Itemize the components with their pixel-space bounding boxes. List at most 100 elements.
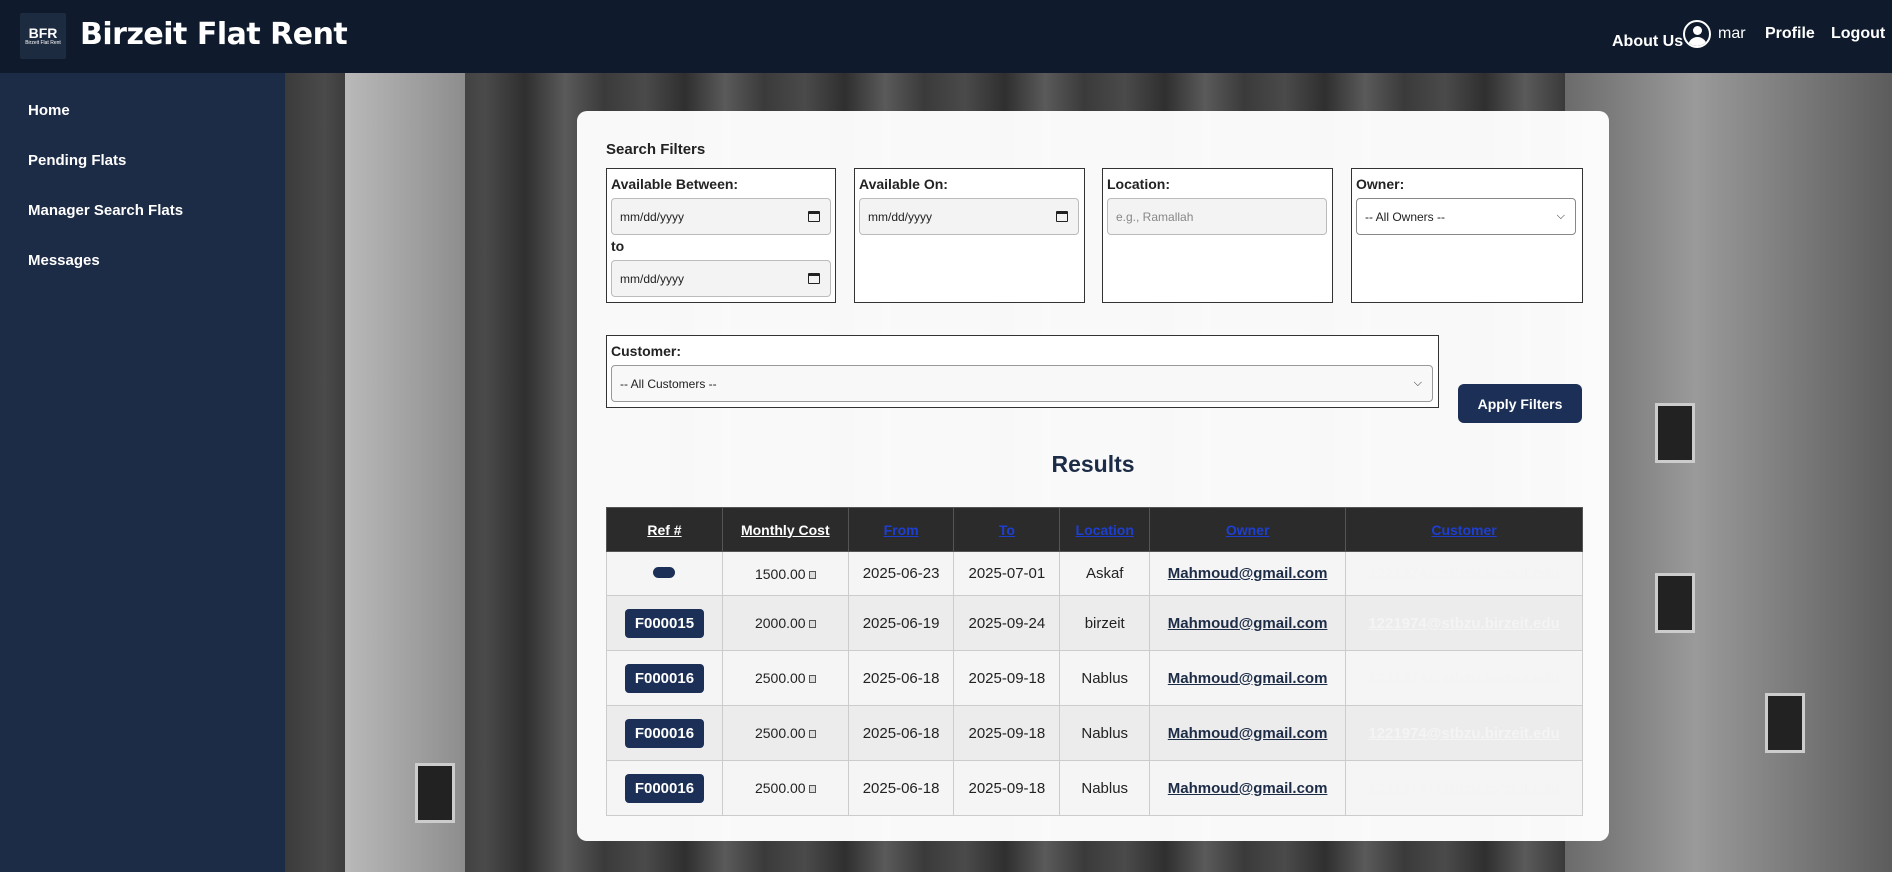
calendar-icon[interactable]	[808, 211, 820, 222]
ref-button[interactable]: F000015	[624, 608, 705, 638]
location-box: Location: e.g., Ramallah	[1102, 168, 1333, 303]
to-date: 2025-09-24	[953, 595, 1061, 651]
available-between-label: Available Between:	[611, 176, 739, 192]
available-on-date-input[interactable]: mm/dd/yyyy	[859, 198, 1079, 235]
table-header-row: Ref # Monthly Cost From To Location Owne…	[606, 507, 1583, 552]
column-header-ref[interactable]: Ref #	[606, 507, 723, 552]
profile-link[interactable]: Profile	[1765, 25, 1815, 43]
user-avatar-icon[interactable]	[1683, 20, 1711, 48]
ref-button[interactable]	[653, 567, 676, 578]
chevron-down-icon: ⌵	[1413, 377, 1422, 389]
chevron-down-icon: ⌵	[1556, 210, 1565, 222]
from-date: 2025-06-18	[847, 650, 955, 706]
sidebar-item-pending-flats[interactable]: Pending Flats	[28, 152, 126, 169]
customer-select-value: -- All Customers --	[620, 376, 717, 391]
background-window	[1655, 403, 1695, 463]
column-header-location[interactable]: Location	[1059, 507, 1151, 552]
available-to-date-value: mm/dd/yyyy	[620, 271, 685, 286]
logo-subtext: Birzeit Flat Rent	[25, 39, 61, 46]
table-row: F000016 2500.00 2025-06-18 2025-09-18 Na…	[606, 705, 1583, 761]
column-header-monthly-cost[interactable]: Monthly Cost	[721, 507, 849, 552]
currency-icon	[808, 620, 816, 629]
background-window	[1655, 573, 1695, 633]
customer-email-link[interactable]: 1221974@stbzu.birzeit.edu	[1368, 780, 1559, 797]
search-card: Search Filters Available Between: mm/dd/…	[577, 111, 1609, 841]
owner-select[interactable]: -- All Owners -- ⌵	[1356, 198, 1576, 235]
location-label: Location:	[1107, 176, 1170, 192]
owner-email-link[interactable]: Mahmoud@gmail.com	[1168, 565, 1328, 582]
site-title: Birzeit Flat Rent	[80, 17, 348, 52]
table-row: F000015 2000.00 2025-06-19 2025-09-24 bi…	[606, 595, 1583, 651]
available-on-box: Available On: mm/dd/yyyy	[854, 168, 1085, 303]
site-logo[interactable]: BFR Birzeit Flat Rent	[20, 13, 66, 59]
location-input[interactable]: e.g., Ramallah	[1107, 198, 1327, 235]
logout-link[interactable]: Logout	[1831, 25, 1885, 43]
available-from-date-value: mm/dd/yyyy	[620, 209, 685, 224]
sidebar: Home Pending Flats Manager Search Flats …	[0, 73, 285, 872]
top-header: BFR Birzeit Flat Rent Birzeit Flat Rent …	[0, 0, 1892, 73]
background-window	[1765, 693, 1805, 753]
location: Nablus	[1059, 650, 1151, 706]
customer-email-link[interactable]: 1221974@stbzu.birzeit.edu	[1368, 615, 1559, 632]
currency-icon	[808, 730, 816, 739]
monthly-cost: 1500.00	[754, 565, 806, 582]
location: Nablus	[1059, 705, 1151, 761]
from-date: 2025-06-18	[847, 760, 955, 816]
username[interactable]: mar	[1718, 25, 1746, 43]
monthly-cost: 2000.00	[754, 615, 806, 631]
location: Nablus	[1059, 760, 1151, 816]
location: Askaf	[1059, 551, 1151, 596]
from-date: 2025-06-23	[847, 551, 955, 596]
from-date: 2025-06-18	[847, 705, 955, 761]
monthly-cost: 2500.00	[754, 780, 806, 796]
background-building	[1565, 73, 1892, 872]
column-header-from[interactable]: From	[847, 507, 955, 552]
logo-text: BFR	[28, 24, 58, 41]
table-row: F000016 2500.00 2025-06-18 2025-09-18 Na…	[606, 760, 1583, 816]
customer-email-link[interactable]: 1221974@stbzu.birzeit.edu	[1368, 565, 1559, 582]
owner-email-link[interactable]: Mahmoud@gmail.com	[1168, 670, 1328, 687]
background-building	[345, 73, 465, 872]
from-date: 2025-06-19	[847, 595, 955, 651]
ref-button[interactable]: F000016	[624, 718, 705, 748]
table-row: F000016 2500.00 2025-06-18 2025-09-18 Na…	[606, 650, 1583, 706]
owner-email-link[interactable]: Mahmoud@gmail.com	[1168, 780, 1328, 797]
available-to-date-input[interactable]: mm/dd/yyyy	[611, 260, 831, 297]
owner-email-link[interactable]: Mahmoud@gmail.com	[1168, 725, 1328, 742]
ref-button[interactable]: F000016	[624, 663, 705, 693]
monthly-cost: 2500.00	[754, 725, 806, 741]
calendar-icon[interactable]	[808, 273, 820, 284]
ref-button[interactable]: F000016	[624, 773, 705, 803]
customer-email-link[interactable]: 1221974@stbzu.birzeit.edu	[1368, 725, 1559, 742]
column-header-customer[interactable]: Customer	[1345, 507, 1583, 552]
sidebar-item-manager-search-flats[interactable]: Manager Search Flats	[28, 202, 183, 219]
customer-email-link[interactable]: 1221974@stbzu.birzeit.edu	[1368, 670, 1559, 687]
to-date: 2025-07-01	[953, 551, 1061, 596]
column-header-to[interactable]: To	[953, 507, 1061, 552]
filters-title: Search Filters	[606, 141, 706, 158]
currency-icon	[808, 675, 816, 684]
available-on-date-value: mm/dd/yyyy	[868, 209, 933, 224]
to-date: 2025-09-18	[953, 760, 1061, 816]
results-title: Results	[1051, 451, 1135, 477]
monthly-cost: 2500.00	[754, 670, 806, 686]
available-between-box: Available Between: mm/dd/yyyy to mm/dd/y…	[606, 168, 836, 303]
customer-select[interactable]: -- All Customers -- ⌵	[611, 365, 1433, 402]
sidebar-item-messages[interactable]: Messages	[28, 252, 100, 269]
owner-box: Owner: -- All Owners -- ⌵	[1351, 168, 1583, 303]
calendar-icon[interactable]	[1056, 211, 1068, 222]
table-row: 1500.00 2025-06-23 2025-07-01 Askaf Mahm…	[606, 551, 1583, 596]
owner-email-link[interactable]: Mahmoud@gmail.com	[1168, 615, 1328, 632]
to-date: 2025-09-18	[953, 650, 1061, 706]
about-us-link[interactable]: About Us	[1612, 33, 1683, 51]
owner-label: Owner:	[1356, 176, 1405, 192]
sidebar-item-home[interactable]: Home	[28, 102, 70, 119]
currency-icon	[808, 785, 816, 794]
apply-filters-button[interactable]: Apply Filters	[1458, 384, 1582, 423]
column-header-owner[interactable]: Owner	[1149, 507, 1347, 552]
owner-select-value: -- All Owners --	[1365, 209, 1446, 224]
customer-label: Customer:	[611, 343, 682, 359]
background-window	[415, 763, 455, 823]
available-from-date-input[interactable]: mm/dd/yyyy	[611, 198, 831, 235]
to-label: to	[611, 238, 625, 254]
